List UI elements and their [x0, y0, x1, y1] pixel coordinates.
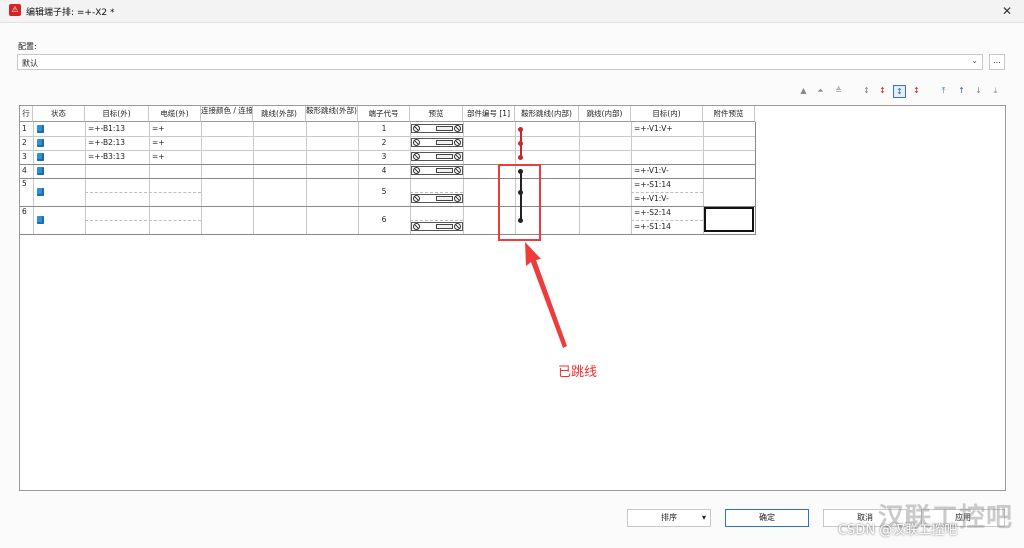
highlight-box [498, 164, 541, 241]
arrow-down-icon[interactable]: ↓ [972, 85, 985, 98]
col-header-saddle-in[interactable]: 鞍形跳线(内部) [515, 106, 579, 122]
jumper-remove-icon[interactable]: ↕ [910, 85, 923, 98]
table-row[interactable]: 3 =+-B3:13 =+ 3 [20, 150, 755, 164]
close-icon[interactable]: ✕ [998, 2, 1016, 20]
terminal-id-cell[interactable]: 1 [358, 123, 410, 135]
cable-out-cell[interactable]: =+ [152, 151, 165, 163]
move-top-icon[interactable]: ≜ [832, 85, 845, 98]
jumper-dot-icon [518, 141, 523, 146]
row-number: 6 [22, 207, 27, 216]
ok-button[interactable]: 确定 [725, 509, 809, 527]
terminal-id-cell[interactable]: 3 [358, 151, 410, 163]
row-number: 4 [22, 166, 27, 175]
terminal-status-icon [37, 153, 44, 161]
config-label: 配置: [18, 42, 37, 51]
col-header-conn-color[interactable]: 连接颜色 / 连接编号 [201, 106, 253, 122]
terminal-preview-icon [411, 222, 463, 231]
col-header-saddle-out[interactable]: 鞍形跳线(外部) [306, 106, 358, 122]
col-header-jumper-in[interactable]: 跳线(内部) [579, 106, 631, 122]
terminal-id-cell[interactable]: 6 [358, 214, 410, 226]
col-header-jumper-out[interactable]: 跳线(外部) [253, 106, 306, 122]
target-in-cell[interactable]: =+-V1:V- [634, 165, 669, 177]
target-out-cell[interactable]: =+-B2:13 [88, 137, 125, 149]
terminal-id-cell[interactable]: 2 [358, 137, 410, 149]
sort-button-label: 排序 [661, 513, 677, 522]
title-bar: ⚠ 编辑端子排: =+-X2 * ✕ [0, 0, 1024, 23]
chevron-down-icon: ▾ [701, 513, 706, 522]
jumper-dot-icon [518, 155, 523, 160]
col-header-cable-out[interactable]: 电缆(外) [149, 106, 201, 122]
terminal-status-icon [37, 125, 44, 133]
move-last-icon[interactable]: ⤓ [989, 85, 1002, 98]
chevron-down-icon: ⌄ [971, 56, 978, 65]
terminal-id-cell[interactable]: 4 [358, 165, 410, 177]
terminal-id-cell[interactable]: 5 [358, 186, 410, 198]
jumper-icon[interactable]: ↕ [860, 85, 873, 98]
col-header-part-number[interactable]: 部件编号 [1] [463, 106, 515, 122]
cable-out-cell[interactable]: =+ [152, 123, 165, 135]
window-title: 编辑端子排: =+-X2 * [26, 8, 115, 18]
move-up-icon[interactable]: ▲ [797, 85, 810, 98]
col-header-row[interactable]: 行 [20, 106, 33, 122]
col-header-preview[interactable]: 预览 [410, 106, 463, 122]
target-in-cell[interactable]: =+-S2:14 [634, 207, 671, 219]
terminal-status-icon [37, 216, 44, 224]
target-in-cell[interactable]: =+-S1:14 [634, 179, 671, 191]
config-select-value: 默认 [22, 59, 38, 68]
arrow-up-icon[interactable]: ↑ [955, 85, 968, 98]
row-number: 3 [22, 152, 27, 161]
annotation-arrow [525, 242, 567, 348]
jumper-dot-icon [518, 127, 523, 132]
table-row[interactable]: 1 =+-B1:13 =+ 1 =+-V1:V+ [20, 122, 755, 136]
col-header-target-out[interactable]: 目标(外) [85, 106, 149, 122]
target-in-cell[interactable]: =+-S1:14 [634, 221, 671, 233]
table-row[interactable]: 6 6 =+-S2:14 =+-S1:14 [20, 206, 755, 234]
terminal-preview-icon [411, 166, 463, 175]
terminal-status-icon [37, 139, 44, 147]
terminal-preview-icon [411, 152, 463, 161]
terminal-preview-icon [411, 138, 463, 147]
target-in-cell[interactable]: =+-V1:V- [634, 193, 669, 205]
col-header-accessory[interactable]: 附件预览 [703, 106, 755, 122]
target-out-cell[interactable]: =+-B1:13 [88, 123, 125, 135]
col-header-terminal-id[interactable]: 端子代号 [358, 106, 410, 122]
jumper-add-icon[interactable]: ↕ [876, 85, 889, 98]
row-number: 2 [22, 138, 27, 147]
table-row[interactable]: 5 5 =+-S1:14 =+-V1:V- [20, 178, 755, 206]
jumper-selected-icon[interactable]: ↕ [893, 85, 906, 98]
table-body: 1 =+-B1:13 =+ 1 =+-V1:V+ 2 =+-B2:13 =+ 2… [20, 122, 756, 235]
terminal-status-icon [37, 188, 44, 196]
row-number: 1 [22, 124, 27, 133]
accessory-preview-cell-selected[interactable] [704, 207, 754, 232]
app-logo-icon: ⚠ [9, 4, 21, 16]
move-first-icon[interactable]: ⤒ [937, 85, 950, 98]
cable-out-cell[interactable]: =+ [152, 137, 165, 149]
move-up-block-icon[interactable]: ⏶ [814, 85, 827, 98]
table-row[interactable]: 4 4 =+-V1:V- [20, 164, 755, 178]
annotation-label: 已跳线 [558, 365, 598, 380]
target-out-cell[interactable]: =+-B3:13 [88, 151, 125, 163]
terminal-grid[interactable]: 行 状态 目标(外) 电缆(外) 连接颜色 / 连接编号 跳线(外部) 鞍形跳线… [19, 105, 1006, 491]
terminal-preview-icon [411, 194, 463, 203]
terminal-status-icon [37, 167, 44, 175]
watermark-csdn: CSDN @汉联工控吧 [838, 523, 958, 538]
row-number: 5 [22, 179, 27, 188]
table-row[interactable]: 2 =+-B2:13 =+ 2 [20, 136, 755, 150]
config-select[interactable]: 默认 ⌄ [17, 54, 983, 70]
sort-button[interactable]: 排序 ▾ [627, 509, 711, 527]
terminal-preview-icon [411, 124, 463, 133]
col-header-status[interactable]: 状态 [33, 106, 85, 122]
target-in-cell[interactable]: =+-V1:V+ [634, 123, 673, 135]
col-header-target-in[interactable]: 目标(内) [631, 106, 703, 122]
config-more-button[interactable]: ... [989, 54, 1005, 70]
